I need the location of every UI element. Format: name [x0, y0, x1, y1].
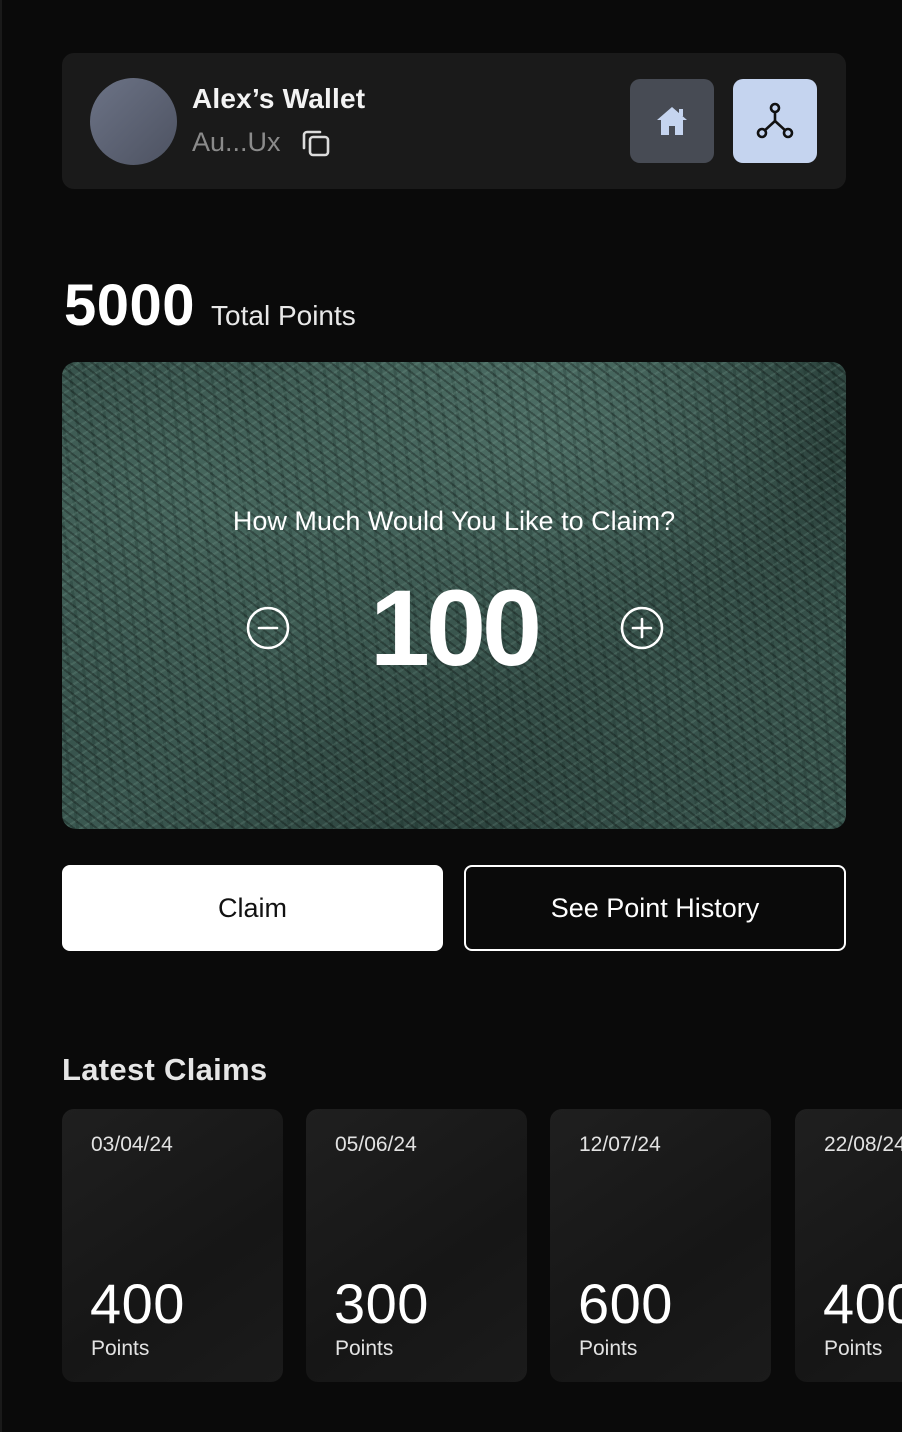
- claim-date: 05/06/24: [335, 1133, 417, 1156]
- copy-icon: [302, 130, 330, 157]
- claim-date: 12/07/24: [579, 1133, 661, 1156]
- claim-points-unit: Points: [824, 1337, 883, 1360]
- total-points: 5000 Total Points: [64, 272, 356, 339]
- claim-points-unit: Points: [335, 1337, 394, 1360]
- claim-points-value: 600: [578, 1272, 673, 1335]
- home-button[interactable]: [630, 79, 714, 163]
- avatar[interactable]: [90, 78, 177, 165]
- latest-claims-list[interactable]: 03/04/24 400 Points 05/06/24 300 Points …: [62, 1109, 902, 1382]
- home-icon: [657, 107, 687, 135]
- claim-tile[interactable]: 12/07/24 600 Points: [550, 1109, 771, 1382]
- claim-tile[interactable]: 22/08/24 400 Points: [795, 1109, 902, 1382]
- claim-date: 03/04/24: [91, 1133, 173, 1156]
- see-point-history-button[interactable]: See Point History: [464, 865, 846, 951]
- claim-date: 22/08/24: [824, 1133, 902, 1156]
- claim-points-value: 300: [334, 1272, 429, 1335]
- claim-tile[interactable]: 05/06/24 300 Points: [306, 1109, 527, 1382]
- claim-button[interactable]: Claim: [62, 865, 443, 951]
- claim-points-unit: Points: [579, 1337, 638, 1360]
- claim-points-value: 400: [823, 1272, 902, 1335]
- claim-tile[interactable]: 03/04/24 400 Points: [62, 1109, 283, 1382]
- claim-points-value: 400: [90, 1272, 185, 1335]
- wallet-header: Alex’s Wallet Au...Ux: [62, 53, 846, 189]
- total-points-value: 5000: [64, 273, 196, 338]
- latest-claims-title: Latest Claims: [62, 1052, 268, 1087]
- claim-card: How Much Would You Like to Claim? 100: [62, 362, 846, 829]
- increase-button[interactable]: [620, 606, 664, 650]
- plus-circle-icon: [620, 606, 664, 650]
- network-button[interactable]: [733, 79, 817, 163]
- wallet-address: Au...Ux: [192, 127, 281, 157]
- wallet-name: Alex’s Wallet: [192, 83, 366, 114]
- claim-question: How Much Would You Like to Claim?: [232, 506, 676, 536]
- total-points-label: Total Points: [211, 300, 356, 331]
- claim-amount[interactable]: 100: [62, 568, 846, 688]
- claim-points-unit: Points: [91, 1337, 150, 1360]
- network-icon: [756, 102, 794, 139]
- copy-address-button[interactable]: [298, 125, 334, 161]
- points-page: Alex’s Wallet Au...Ux 5000 Total Points …: [0, 0, 902, 1432]
